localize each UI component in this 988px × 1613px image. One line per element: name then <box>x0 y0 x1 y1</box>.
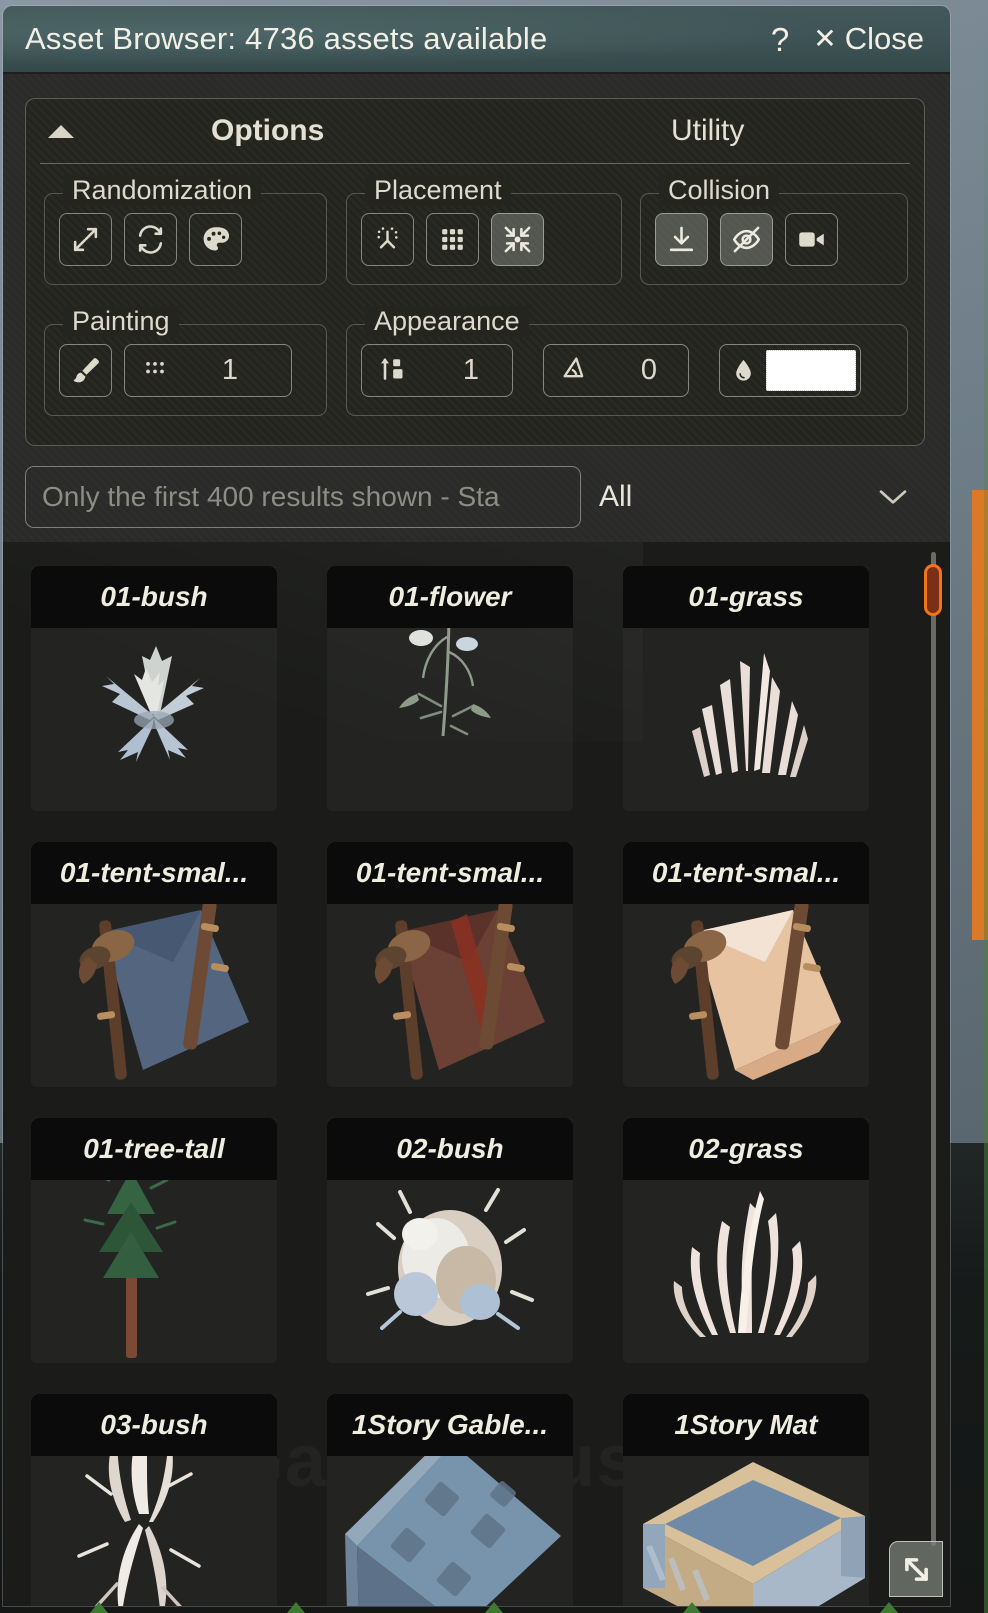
asset-tile-label: 01-flower <box>327 566 573 628</box>
close-button[interactable]: ✕ Close <box>813 21 932 57</box>
painting-density-field[interactable]: 1 <box>124 343 292 397</box>
asset-tile-label: 01-tent-smal... <box>623 842 869 904</box>
group-placement-legend: Placement <box>365 175 511 206</box>
random-scale-button[interactable] <box>59 212 112 266</box>
group-painting: Painting 1 <box>44 306 327 416</box>
tab-utility-label: Utility <box>671 114 745 147</box>
group-appearance-legend: Appearance <box>365 306 529 337</box>
drop-to-floor-button[interactable] <box>655 212 708 266</box>
scatter-button[interactable] <box>361 212 414 266</box>
asset-tile-label: 02-bush <box>327 1118 573 1180</box>
panel-body: Options Utility Randomization Placement … <box>3 74 950 1606</box>
asset-tile-label: 01-tree-tall <box>31 1118 277 1180</box>
page-title: Asset Browser: 4736 assets available <box>25 21 548 56</box>
asset-tile-label: 1Story Gable... <box>327 1394 573 1456</box>
tab-utility[interactable]: Utility <box>661 114 745 162</box>
appearance-tint-swatch[interactable] <box>766 349 856 391</box>
asset-tile[interactable]: 02-bush <box>327 1118 573 1363</box>
droplet-icon <box>720 356 766 385</box>
asset-tile[interactable]: 01-bush <box>31 566 277 811</box>
snap-button[interactable] <box>491 212 544 266</box>
appearance-scale-value: 1 <box>462 353 480 386</box>
appearance-scale-field[interactable]: 1 <box>361 343 513 397</box>
asset-browser-panel: Asset Browser: 4736 assets available ? ✕… <box>3 6 950 1606</box>
angle-icon <box>560 354 588 387</box>
asset-tile[interactable]: 01-tree-tall <box>31 1118 277 1363</box>
chevron-down-icon <box>877 487 909 507</box>
tab-divider <box>40 163 910 164</box>
titlebar-actions: ? ✕ Close <box>765 21 932 57</box>
asset-tile[interactable]: 01-flower <box>327 566 573 811</box>
group-placement: Placement <box>346 175 622 285</box>
asset-tile[interactable]: 03-bush <box>31 1394 277 1606</box>
scrollbar-thumb[interactable] <box>924 564 942 616</box>
help-button[interactable]: ? <box>765 23 795 56</box>
asset-tile[interactable]: 1Story Mat <box>623 1394 869 1606</box>
collapse-panel-button[interactable] <box>48 125 74 138</box>
random-color-button[interactable] <box>189 212 242 266</box>
asset-tile-label: 01-grass <box>623 566 869 628</box>
asset-tile-label: 1Story Mat <box>623 1394 869 1456</box>
group-collision: Collision <box>640 175 908 285</box>
asset-tile-label: 01-bush <box>31 566 277 628</box>
asset-tile[interactable]: 01-grass <box>623 566 869 811</box>
group-randomization-legend: Randomization <box>63 175 262 206</box>
brush-button[interactable] <box>59 343 112 397</box>
tab-bar: Options Utility <box>26 99 924 164</box>
group-appearance: Appearance 1 0 <box>346 306 908 416</box>
asset-tile-label: 01-tent-smal... <box>31 842 277 904</box>
appearance-angle-field[interactable]: 0 <box>543 343 689 397</box>
scale-up-icon <box>378 354 406 387</box>
grid-button[interactable] <box>426 212 479 266</box>
search-input[interactable] <box>25 466 581 528</box>
asset-tile-label: 01-tent-smal... <box>327 842 573 904</box>
asset-tile-label: 03-bush <box>31 1394 277 1456</box>
scrollbar-track[interactable] <box>931 552 936 1546</box>
search-row: All <box>25 466 925 528</box>
filter-dropdown-value: All <box>599 480 633 513</box>
painting-density-value: 1 <box>221 353 239 386</box>
group-randomization: Randomization <box>44 175 327 285</box>
tab-options-label: Options <box>211 114 325 147</box>
titlebar: Asset Browser: 4736 assets available ? ✕… <box>3 6 950 74</box>
asset-tile[interactable]: 01-tent-smal... <box>327 842 573 1087</box>
asset-tile-label: 02-grass <box>623 1118 869 1180</box>
options-panel: Options Utility Randomization Placement … <box>25 98 925 446</box>
asset-tile[interactable]: 02-grass <box>623 1118 869 1363</box>
asset-tile[interactable]: 01-tent-smal... <box>31 842 277 1087</box>
resize-handle[interactable] <box>889 1541 943 1597</box>
close-icon: ✕ <box>813 23 837 54</box>
group-painting-legend: Painting <box>63 306 179 337</box>
appearance-tint-field[interactable] <box>719 343 861 397</box>
asset-grid: 01-bush 01-flower 01-grass 01-tent-smal.… <box>31 566 869 1606</box>
hide-collision-button[interactable] <box>720 212 773 266</box>
dots-density-icon <box>141 354 169 387</box>
appearance-angle-value: 0 <box>640 353 658 386</box>
camera-collision-button[interactable] <box>785 212 838 266</box>
asset-tile[interactable]: 01-tent-smal... <box>623 842 869 1087</box>
random-rotation-button[interactable] <box>124 212 177 266</box>
tab-options[interactable]: Options <box>201 114 325 162</box>
backdrop-green-edge <box>984 0 988 1613</box>
filter-dropdown[interactable]: All <box>599 466 925 528</box>
asset-tile[interactable]: 1Story Gable... <box>327 1394 573 1606</box>
close-label: Close <box>844 21 924 56</box>
group-collision-legend: Collision <box>659 175 780 206</box>
asset-grid-area: Game Paused <box>3 542 950 1606</box>
screen: Asset Browser: 4736 assets available ? ✕… <box>0 0 988 1613</box>
